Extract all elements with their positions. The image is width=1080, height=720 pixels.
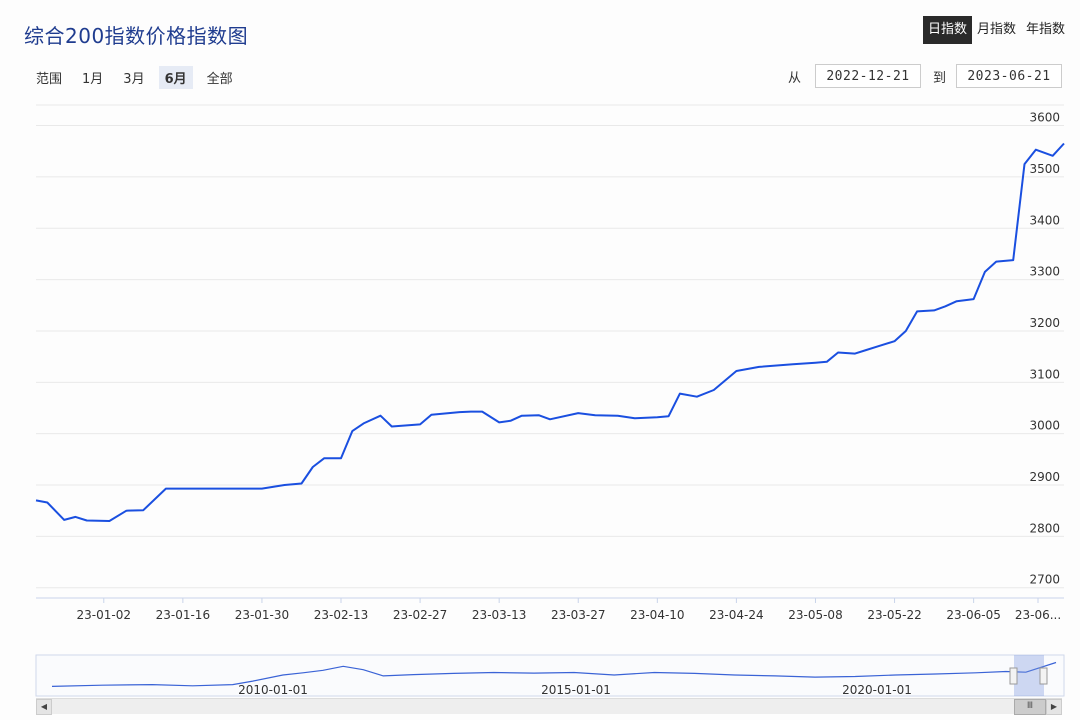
x-tick-label: 23-04-24	[709, 608, 763, 622]
y-tick-label: 2700	[1029, 573, 1060, 587]
x-tick-label: 23-05-08	[788, 608, 842, 622]
navigator-tick-label: 2015-01-01	[541, 683, 611, 697]
y-tick-label: 2900	[1029, 470, 1060, 484]
y-tick-label: 3300	[1029, 265, 1060, 279]
navigator-handle-right	[1039, 667, 1048, 685]
price-index-chart: 2700 2800 2900 3000 3100 3200 3300 3400 3500 3600…	[35, 104, 1065, 697]
navigator-handle-left	[1009, 667, 1018, 685]
x-tick-label: 23-06-05	[946, 608, 1000, 622]
y-tick-label: 3600	[1029, 111, 1060, 125]
navigator-scrollbar[interactable]	[36, 698, 1062, 714]
x-tick-label: 23-05-22	[867, 608, 921, 622]
scroll-right-arrow[interactable]: ▶	[1046, 699, 1062, 715]
x-tick-label: 23-01-30	[235, 608, 289, 622]
navigator-tick-label: 2020-01-01	[842, 683, 912, 697]
y-tick-label: 3400	[1029, 213, 1060, 227]
navigator-tick-label: 2010-01-01	[238, 683, 308, 697]
scroll-left-arrow[interactable]: ◀	[36, 699, 52, 715]
x-tick-label: 23-03-27	[551, 608, 605, 622]
x-tick-label: 23-03-13	[472, 608, 526, 622]
y-tick-label: 3500	[1029, 162, 1060, 176]
x-tick-label: 23-02-13	[314, 608, 368, 622]
scrollbar-thumb[interactable]: Ⅲ	[1014, 699, 1046, 715]
y-tick-label: 3100	[1029, 367, 1060, 381]
x-tick-label: 23-06...	[1015, 608, 1061, 622]
y-tick-label: 3000	[1029, 419, 1060, 433]
x-tick-label: 23-01-02	[77, 608, 131, 622]
y-tick-label: 3200	[1029, 316, 1060, 330]
index-series-line	[35, 142, 1065, 522]
y-tick-label: 2800	[1029, 521, 1060, 535]
x-tick-label: 23-02-27	[393, 608, 447, 622]
x-tick-label: 23-01-16	[156, 608, 210, 622]
x-tick-label: 23-04-10	[630, 608, 684, 622]
